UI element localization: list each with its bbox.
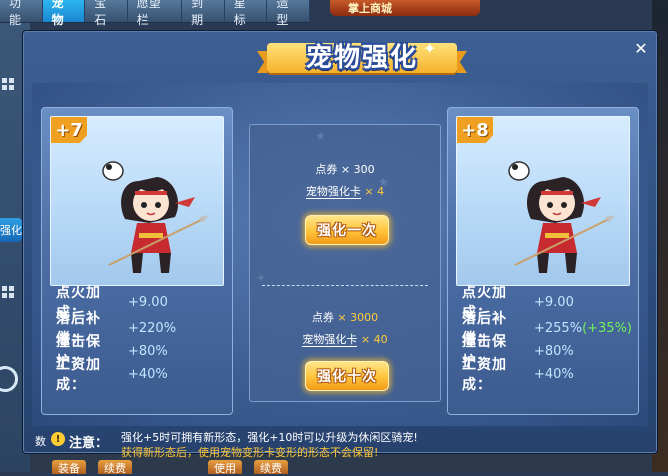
sparkle-icon: ✦ [423, 39, 437, 58]
card-label[interactable]: 宠物强化卡 [305, 185, 361, 199]
coupon-qty: × 3000 [337, 311, 379, 324]
ten-card-cost: 宠物强化卡 × 40 [250, 331, 440, 347]
divider [262, 285, 428, 286]
pet-level-badge: +8 [457, 117, 493, 143]
side-enhance-tab[interactable]: 强化 [0, 218, 22, 242]
notice-warning-text: 获得新形态后，使用宠物变形卡变形的形态不会保留! [121, 446, 379, 459]
stat-value: +255% [534, 320, 583, 336]
coupon-label: 点券 [311, 311, 334, 324]
stat-value: +40% [534, 366, 574, 382]
tab-starred[interactable]: 星标 [225, 0, 268, 27]
enhance-once-button[interactable]: 强化一次 [305, 215, 389, 245]
mobile-mall-banner[interactable]: 掌上商城 [330, 0, 480, 16]
tab-pet[interactable]: 宠物 [42, 0, 86, 27]
top-tab-bar: 功能 宠物 宝石 愿望栏 到期 星标 造型 [0, 0, 310, 27]
notice-prefix: 数 [35, 435, 46, 448]
enhance-ten-button[interactable]: 强化十次 [305, 361, 389, 391]
card-qty: × 40 [360, 333, 388, 346]
warning-icon: ! [51, 432, 65, 446]
notice-label: 注意： [69, 436, 109, 451]
stat-value: +80% [534, 343, 574, 359]
pet-card-next: +8 点火加成： +9.00 落后补偿： +255% (+35%) 撞击保护： … [447, 107, 639, 415]
enhance-cost-panel: 点券 × 300 宠物强化卡 × 4 强化一次 点券 × 3000 宠物强化卡 … [249, 124, 441, 402]
once-card-cost: 宠物强化卡 × 4 [250, 183, 440, 199]
dialog-title-plaque: 宠物强化 ✦ [257, 29, 467, 79]
grid-icon[interactable] [2, 286, 14, 298]
stat-bonus: (+35%) [582, 320, 632, 336]
mobile-mall-label: 掌上商城 [348, 2, 392, 15]
pet-card-current: +7 点火加成： +9.00 落后补偿： +220% 撞击保护： +80% 工资… [41, 107, 233, 415]
notice-bar: 数 ! 注意： 强化+5时可拥有新形态，强化+10时可以升级为休闲区骑宠! 获得… [29, 429, 651, 459]
tab-function[interactable]: 功能 [0, 0, 43, 27]
ten-coupon-cost: 点券 × 3000 [250, 309, 440, 325]
stat-salary: 工资加成： +40% [462, 357, 574, 393]
tab-style[interactable]: 造型 [267, 0, 310, 27]
stat-label: 工资加成： [462, 357, 507, 393]
pet-image-box: +7 [50, 116, 224, 286]
pet-character-image [102, 161, 209, 273]
stat-value: +40% [128, 366, 168, 382]
grid-icon[interactable] [2, 78, 14, 90]
pet-level-badge: +7 [51, 117, 87, 143]
tab-wishlist[interactable]: 愿望栏 [128, 0, 183, 27]
card-qty: × 4 [364, 185, 385, 198]
pet-enhance-dialog: 宠物强化 ✦ ✕ ★ ★ ✦ +7 [22, 29, 658, 459]
notice-text: 强化+5时可拥有新形态，强化+10时可以升级为休闲区骑宠! [121, 431, 418, 444]
tab-expiring[interactable]: 到期 [182, 0, 225, 27]
card-label[interactable]: 宠物强化卡 [302, 333, 358, 347]
pet-image-box: +8 [456, 116, 630, 286]
pet-character-image [508, 161, 615, 273]
stat-value: +9.00 [128, 294, 168, 310]
once-coupon-cost: 点券 × 300 [250, 161, 440, 177]
stat-value: +220% [128, 320, 177, 336]
coupon-label: 点券 [315, 163, 338, 176]
coupon-qty: × 300 [340, 163, 375, 176]
stat-label: 工资加成： [56, 357, 101, 393]
tab-gem[interactable]: 宝石 [85, 0, 128, 27]
stat-value: +9.00 [534, 294, 574, 310]
stat-value: +80% [128, 343, 168, 359]
stat-salary: 工资加成： +40% [56, 357, 168, 393]
close-button[interactable]: ✕ [631, 38, 651, 58]
